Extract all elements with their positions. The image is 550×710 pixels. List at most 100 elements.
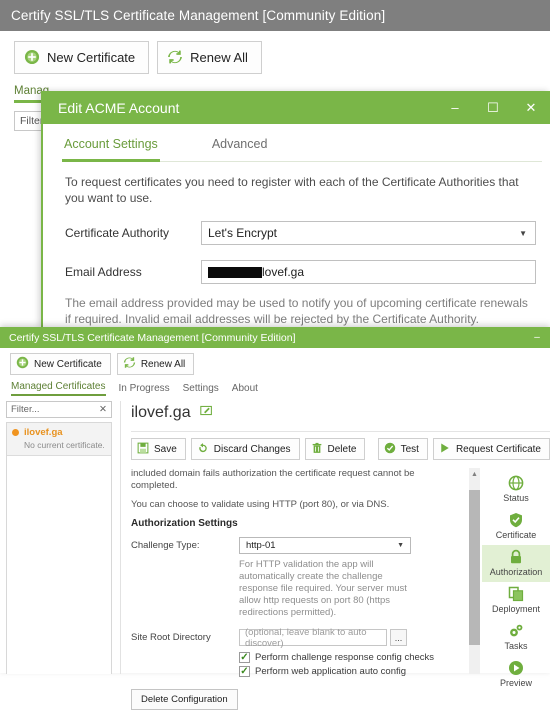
new-certificate-button-front[interactable]: New Certificate: [10, 353, 111, 375]
save-disk-icon: [137, 442, 149, 457]
front-window-content: Filter... ✕ ilovef.ga No current certifi…: [0, 401, 550, 710]
dialog-close-button[interactable]: ✕: [512, 91, 550, 124]
request-certificate-button[interactable]: Request Certificate: [432, 438, 550, 460]
plus-circle-icon: [24, 49, 40, 65]
list-item[interactable]: ilovef.ga No current certificate.: [7, 423, 111, 456]
rail-item-tasks-label: Tasks: [504, 641, 528, 651]
checkbox-row-2: ✓ Perform web application auto config: [239, 666, 463, 677]
tab-advanced[interactable]: Advanced: [210, 132, 270, 162]
dialog-tabstrip: Account Settings Advanced: [43, 132, 550, 162]
certificate-detail-pane: ilovef.ga Save Discard Changes Delete Te…: [120, 401, 550, 710]
rail-item-preview[interactable]: Preview: [482, 656, 550, 693]
chevron-down-icon: ▼: [519, 228, 527, 238]
site-root-placeholder: (optional, leave blank to auto discover): [245, 626, 367, 649]
challenge-type-select[interactable]: http-01 ▼: [239, 537, 411, 554]
discard-changes-button[interactable]: Discard Changes: [190, 438, 300, 460]
certificate-authority-value: Let's Encrypt: [208, 226, 277, 240]
email-address-input[interactable]: lovef.ga: [201, 260, 536, 284]
rail-item-authorization-label: Authorization: [489, 567, 543, 577]
site-root-input[interactable]: (optional, leave blank to auto discover): [239, 626, 387, 649]
scrollbar-thumb[interactable]: [469, 490, 480, 645]
front-window-titlebar: Certify SSL/TLS Certificate Management […: [0, 327, 550, 348]
globe-icon: [508, 475, 524, 491]
renew-all-button-front[interactable]: Renew All: [116, 353, 195, 375]
email-help-text: The email address provided may be used t…: [65, 296, 528, 326]
tab-settings[interactable]: Settings: [183, 383, 219, 396]
rail-item-tasks[interactable]: Tasks: [482, 619, 550, 656]
delete-label: Delete: [327, 443, 357, 455]
back-window-toolbar: New Certificate Renew All: [0, 31, 550, 83]
delete-configuration-button[interactable]: Delete Configuration: [131, 689, 238, 710]
dialog-maximize-button[interactable]: ☐: [474, 91, 512, 124]
site-root-input-wrap: (optional, leave blank to auto discover)…: [239, 626, 463, 649]
web-app-auto-config-label: Perform web application auto config: [255, 666, 407, 677]
new-certificate-button[interactable]: New Certificate: [14, 40, 150, 74]
dialog-intro-text: To request certificates you need to regi…: [65, 175, 519, 205]
rail-item-status-label: Status: [503, 493, 529, 503]
rail-item-certificate[interactable]: Certificate: [482, 508, 550, 545]
dialog-minimize-button[interactable]: –: [436, 91, 474, 124]
rail-item-authorization[interactable]: Authorization: [482, 545, 550, 582]
challenge-config-checks-label: Perform challenge response config checks: [255, 652, 435, 663]
clear-filter-icon[interactable]: ✕: [99, 404, 107, 415]
rail-item-deployment[interactable]: Deployment: [482, 582, 550, 619]
dialog-title: Edit ACME Account: [58, 99, 180, 116]
new-certificate-label-front: New Certificate: [34, 358, 102, 370]
front-window-title: Certify SSL/TLS Certificate Management […: [9, 331, 296, 344]
detail-divider: [131, 431, 550, 432]
delete-button[interactable]: Delete: [304, 438, 366, 460]
browse-button[interactable]: ...: [390, 629, 407, 646]
certificate-authority-select[interactable]: Let's Encrypt ▼: [201, 221, 536, 245]
site-root-label: Site Root Directory: [131, 632, 211, 643]
renew-all-button[interactable]: Renew All: [157, 40, 262, 74]
challenge-type-hint: For HTTP validation the app will automat…: [239, 559, 407, 618]
challenge-config-checks-checkbox[interactable]: ✓: [239, 652, 250, 663]
tab-about[interactable]: About: [232, 383, 258, 396]
challenge-type-control: http-01 ▼ For HTTP validation the app wi…: [239, 537, 463, 619]
config-paragraph-2: You can choose to validate using HTTP (p…: [131, 499, 390, 510]
web-app-auto-config-checkbox[interactable]: ✓: [239, 666, 250, 677]
front-minimize-button[interactable]: –: [524, 327, 550, 348]
refresh-icon: [167, 49, 183, 65]
detail-action-row: Save Discard Changes Delete Test Request…: [131, 438, 550, 460]
rail-item-preview-label: Preview: [499, 678, 532, 688]
certificate-list-pane: Filter... ✕ ilovef.ga No current certifi…: [6, 401, 112, 674]
list-item-status: No current certificate.: [24, 440, 105, 450]
back-window-titlebar: Certify SSL/TLS Certificate Management […: [0, 0, 550, 31]
renew-all-label-front: Renew All: [140, 358, 186, 370]
certificate-list: ilovef.ga No current certificate.: [6, 422, 112, 674]
tab-account-settings[interactable]: Account Settings: [62, 132, 160, 162]
challenge-type-label: Challenge Type:: [131, 540, 200, 551]
tab-managed-certificates[interactable]: Managed Certificates: [11, 381, 106, 396]
redaction-bar: [208, 266, 262, 278]
config-scrollbar[interactable]: ▲: [469, 468, 480, 674]
filter-input[interactable]: Filter... ✕: [6, 401, 112, 418]
front-window-tabstrip: Managed Certificates In Progress Setting…: [0, 380, 550, 396]
certificate-authority-row: Certificate Authority Let's Encrypt ▼: [65, 221, 536, 245]
test-label: Test: [400, 443, 419, 455]
test-button[interactable]: Test: [377, 438, 428, 460]
save-label: Save: [154, 443, 177, 455]
scroll-up-arrow-icon[interactable]: ▲: [469, 468, 480, 480]
copy-icon: [508, 586, 524, 602]
delete-configuration-wrap: Delete Configuration: [131, 689, 463, 710]
edit-icon[interactable]: [199, 404, 213, 422]
detail-navigation-rail: Status Certificate Authorization Deploym…: [482, 468, 550, 688]
tab-in-progress-label: In Progress: [118, 383, 170, 394]
rail-item-certificate-label: Certificate: [495, 530, 537, 540]
email-address-row: Email Address lovef.ga: [65, 260, 536, 284]
rail-item-status[interactable]: Status: [482, 471, 550, 508]
tab-managed-certificates-label: Managed Certificates: [11, 381, 106, 392]
gears-icon: [508, 623, 524, 639]
plus-circle-icon-front: [16, 356, 29, 372]
save-button[interactable]: Save: [131, 438, 186, 460]
chevron-down-icon-challenge: ▼: [397, 542, 404, 549]
trash-icon: [311, 442, 323, 457]
tab-settings-label: Settings: [182, 383, 219, 394]
new-certificate-label: New Certificate: [47, 49, 136, 65]
main-window-foreground: Certify SSL/TLS Certificate Management […: [0, 327, 550, 710]
list-item-header: ilovef.ga: [12, 427, 107, 438]
authorization-config-area: included domain fails authorization the …: [131, 468, 469, 710]
tab-about-label: About: [231, 383, 258, 394]
tab-in-progress[interactable]: In Progress: [119, 383, 170, 396]
